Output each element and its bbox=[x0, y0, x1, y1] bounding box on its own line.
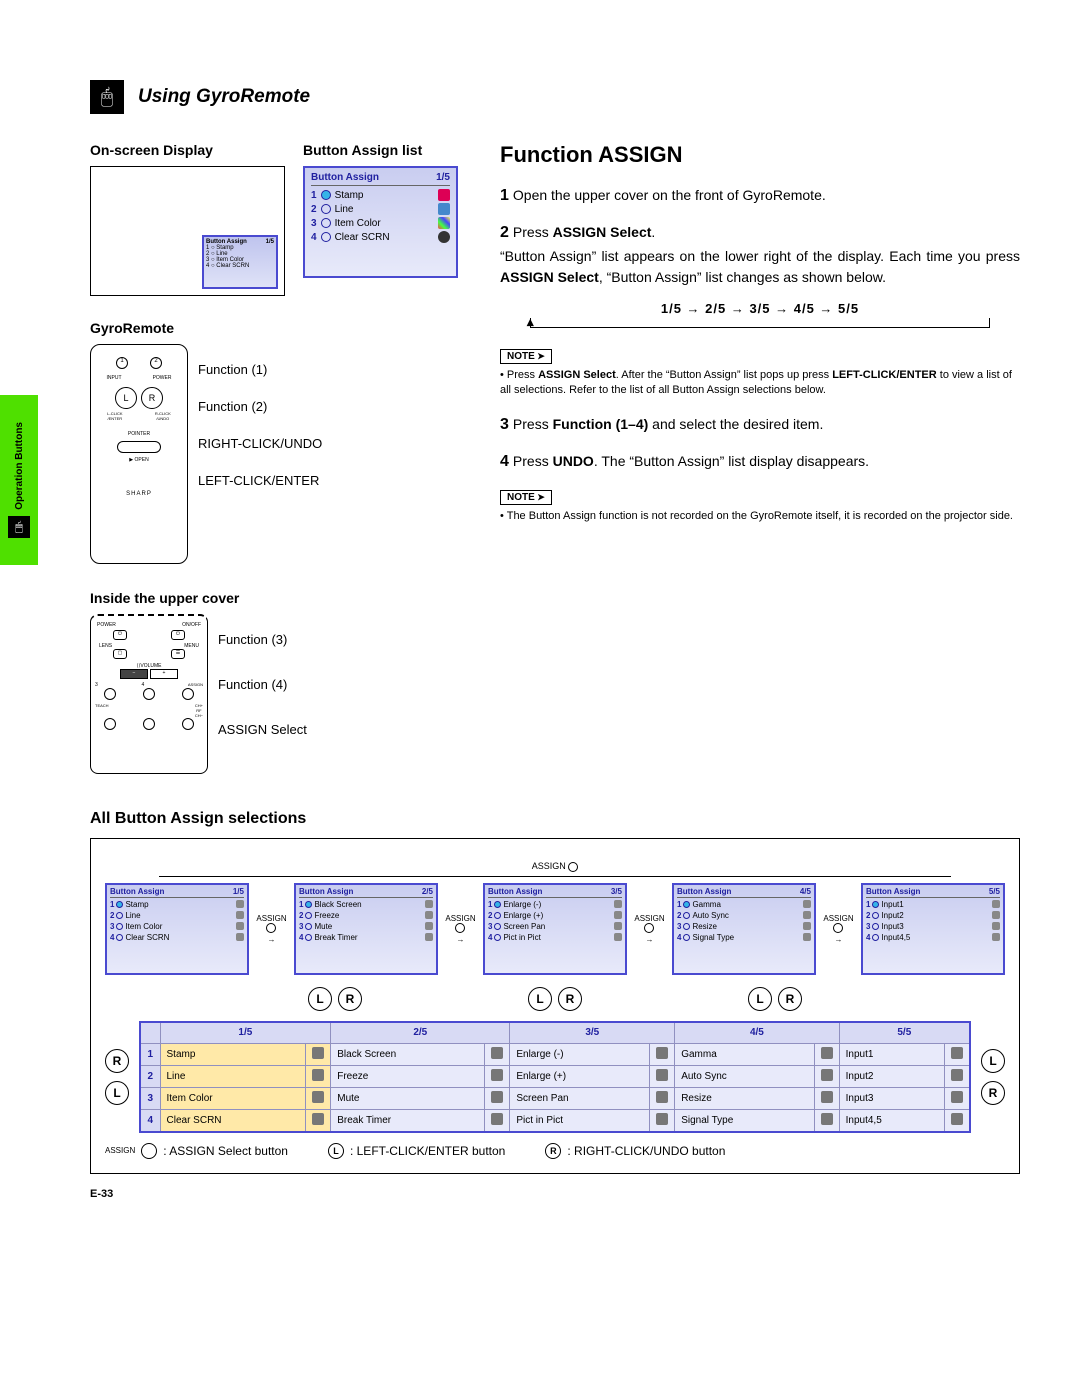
r-button: R bbox=[105, 1049, 129, 1073]
clear-icon bbox=[438, 231, 450, 243]
page-number: E-33 bbox=[90, 1188, 1020, 1200]
osd-box: Button Assign1/5 1 ○ Stamp2 ○ Line3 ○ It… bbox=[90, 166, 285, 296]
upper-cover-diagram: POWERON/OFF ⏻ ⏻ LENSMENU ▢ ☰ ⟨⟩VOLUME bbox=[90, 614, 208, 774]
label-assign-select: ASSIGN Select bbox=[218, 722, 307, 737]
r-icon: R bbox=[545, 1143, 561, 1159]
radio-icon bbox=[321, 232, 331, 242]
note-1-body: Press ASSIGN Select. After the “Button A… bbox=[500, 368, 1020, 399]
page-sequence: 1/5 → 2/5 → 3/5 → 4/5 → 5/5 ▴ bbox=[500, 301, 1020, 328]
page-header: 🖱 Using GyroRemote bbox=[90, 80, 1020, 114]
label-f3: Function (3) bbox=[218, 632, 307, 647]
ba-title: Button Assign bbox=[311, 172, 379, 183]
label-right-click: RIGHT-CLICK/UNDO bbox=[198, 436, 322, 451]
label-f4: Function (4) bbox=[218, 677, 307, 692]
all-selections-section: All Button Assign selections ASSIGN Butt… bbox=[90, 810, 1020, 1174]
page-title: Using GyroRemote bbox=[138, 86, 310, 108]
label-f1: Function (1) bbox=[198, 362, 322, 377]
ba-page: 1/5 bbox=[436, 172, 450, 183]
assign-arrow: ASSIGN→ bbox=[444, 914, 477, 944]
gyro-labels: Function (1) Function (2) RIGHT-CLICK/UN… bbox=[198, 344, 322, 564]
table-row: 1StampBlack ScreenEnlarge (-)GammaInput1 bbox=[140, 1044, 970, 1066]
step-3: 3Press Function (1–4) and select the des… bbox=[500, 413, 1020, 436]
stamp-icon bbox=[438, 189, 450, 201]
legend: ASSIGN: ASSIGN Select button L: LEFT-CLI… bbox=[105, 1143, 1005, 1159]
assign-arrow: ASSIGN→ bbox=[255, 914, 288, 944]
label-f2: Function (2) bbox=[198, 399, 322, 414]
cover-labels: Function (3) Function (4) ASSIGN Select bbox=[218, 614, 307, 774]
assign-top-label: ASSIGN bbox=[105, 861, 1005, 872]
r-button: R bbox=[981, 1081, 1005, 1105]
ba-list-heading: Button Assign list bbox=[303, 142, 458, 158]
table-row: 3Item ColorMuteScreen PanResizeInput3 bbox=[140, 1088, 970, 1110]
l-button: L bbox=[981, 1049, 1005, 1073]
line-icon bbox=[438, 203, 450, 215]
r-button: R bbox=[338, 987, 362, 1011]
l-button: L bbox=[528, 987, 552, 1011]
note-2-body: The Button Assign function is not record… bbox=[500, 509, 1020, 524]
table-row: 4Clear SCRNBreak TimerPict in PictSignal… bbox=[140, 1110, 970, 1132]
function-assign-title: Function ASSIGN bbox=[500, 142, 1020, 168]
remote-header-icon: 🖱 bbox=[90, 80, 124, 114]
mini-assign-list: Button Assign3/51Enlarge (-)2Enlarge (+)… bbox=[483, 883, 627, 975]
osd-heading: On-screen Display bbox=[90, 142, 285, 158]
right-column: Function ASSIGN 1Open the upper cover on… bbox=[500, 142, 1020, 774]
radio-icon bbox=[321, 190, 331, 200]
step-2: 2Press ASSIGN Select. “Button Assign” li… bbox=[500, 221, 1020, 287]
cover-heading: Inside the upper cover bbox=[90, 590, 470, 606]
l-icon: L bbox=[328, 1143, 344, 1159]
mini-assign-list: Button Assign1/51Stamp2Line3Item Color4C… bbox=[105, 883, 249, 975]
l-button: L bbox=[308, 987, 332, 1011]
mini-assign-list: Button Assign2/51Black Screen2Freeze3Mut… bbox=[294, 883, 438, 975]
ba-row: 2Line bbox=[311, 202, 450, 216]
step-4: 4Press UNDO. The “Button Assign” list di… bbox=[500, 450, 1020, 473]
selections-table: 1/5 2/5 3/5 4/5 5/5 1StampBlack ScreenEn… bbox=[139, 1021, 971, 1133]
table-row: 2LineFreezeEnlarge (+)Auto SyncInput2 bbox=[140, 1066, 970, 1088]
step-2-body: “Button Assign” list appears on the lowe… bbox=[500, 246, 1020, 287]
ba-row: 4Clear SCRN bbox=[311, 230, 450, 244]
all-selections-heading: All Button Assign selections bbox=[90, 810, 1020, 828]
left-column: On-screen Display Button Assign1/5 1 ○ S… bbox=[90, 142, 470, 774]
assign-arrow: ASSIGN→ bbox=[633, 914, 666, 944]
r-button: R bbox=[558, 987, 582, 1011]
flow-diagram: ASSIGN Button Assign1/51Stamp2Line3Item … bbox=[90, 838, 1020, 1174]
loop-arrow bbox=[159, 876, 951, 877]
l-button: L bbox=[748, 987, 772, 1011]
step-1: 1Open the upper cover on the front of Gy… bbox=[500, 184, 1020, 207]
note-tag: NOTE bbox=[500, 490, 552, 505]
ba-row: 3Item Color bbox=[311, 216, 450, 230]
radio-icon bbox=[321, 218, 331, 228]
ba-row: 1Stamp bbox=[311, 188, 450, 202]
mini-assign-list: Button Assign5/51Input12Input23Input34In… bbox=[861, 883, 1005, 975]
color-icon bbox=[438, 217, 450, 229]
lr-buttons-row: LR LR LR bbox=[105, 987, 1005, 1011]
assign-icon bbox=[141, 1143, 157, 1159]
gyro-heading: GyroRemote bbox=[90, 320, 470, 336]
osd-mini-list: Button Assign1/5 1 ○ Stamp2 ○ Line3 ○ It… bbox=[202, 235, 278, 289]
l-button: L bbox=[105, 1081, 129, 1105]
gyroremote-diagram: 1 2 INPUTPOWER L R L-CLICK/ENTERR-CLICK/… bbox=[90, 344, 188, 564]
note-tag: NOTE bbox=[500, 349, 552, 364]
radio-icon bbox=[321, 204, 331, 214]
assign-arrow: ASSIGN→ bbox=[822, 914, 855, 944]
label-left-click: LEFT-CLICK/ENTER bbox=[198, 473, 322, 488]
r-button: R bbox=[778, 987, 802, 1011]
button-assign-list: Button Assign 1/5 1Stamp 2Line 3Item Colo… bbox=[303, 166, 458, 278]
mini-assign-list: Button Assign4/51Gamma2Auto Sync3Resize4… bbox=[672, 883, 816, 975]
